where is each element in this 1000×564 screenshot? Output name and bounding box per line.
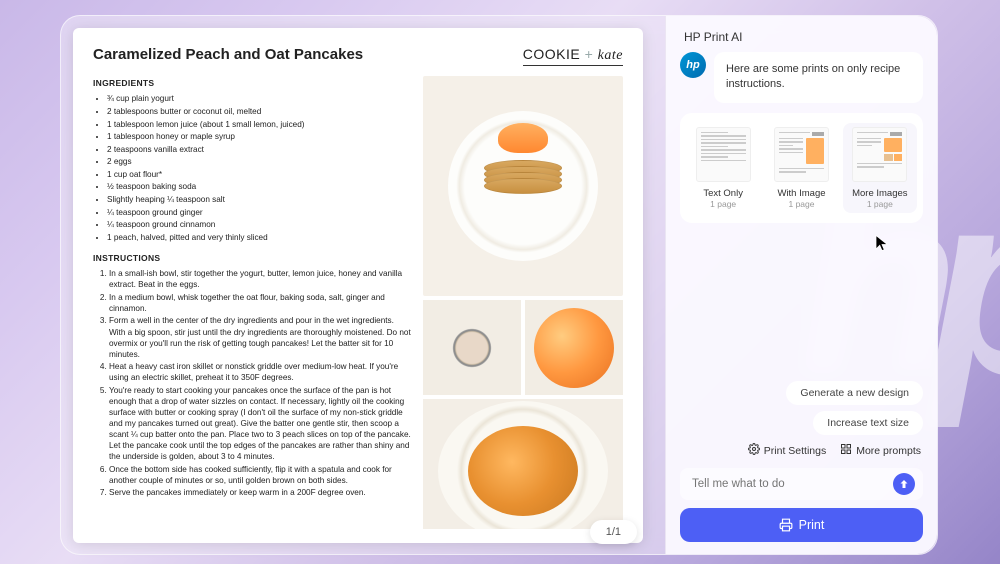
ingredient-item: 1 tablespoon honey or maple syrup bbox=[107, 131, 411, 142]
hero-image bbox=[423, 76, 623, 296]
brand-logo: COOKIE + kate bbox=[523, 46, 623, 66]
ingredient-item: 2 tablespoons butter or coconut oil, mel… bbox=[107, 106, 411, 117]
ingredient-item: ½ teaspoon baking soda bbox=[107, 181, 411, 192]
app-window: Caramelized Peach and Oat Pancakes COOKI… bbox=[60, 15, 938, 555]
instructions-heading: INSTRUCTIONS bbox=[93, 253, 411, 264]
suggestion-chips: Generate a new design Increase text size bbox=[666, 381, 937, 435]
instruction-item: In a medium bowl, whisk together the oat… bbox=[109, 292, 411, 314]
ai-header: HP Print AI bbox=[666, 16, 937, 52]
option-title: Text Only bbox=[688, 188, 758, 199]
plated-image bbox=[423, 399, 623, 529]
ingredient-item: ¼ teaspoon ground ginger bbox=[107, 207, 411, 218]
recipe-images bbox=[423, 76, 623, 529]
thumb-more-images bbox=[852, 127, 907, 182]
document-page[interactable]: Caramelized Peach and Oat Pancakes COOKI… bbox=[73, 28, 643, 543]
option-sub: 1 page bbox=[766, 199, 836, 209]
preview-pane: Caramelized Peach and Oat Pancakes COOKI… bbox=[61, 16, 665, 554]
gear-icon bbox=[748, 443, 760, 458]
prompt-input[interactable] bbox=[680, 468, 923, 500]
ingredient-item: 2 teaspoons vanilla extract bbox=[107, 144, 411, 155]
recipe-title: Caramelized Peach and Oat Pancakes bbox=[93, 46, 363, 63]
ingredient-item: 1 peach, halved, pitted and very thinly … bbox=[107, 232, 411, 243]
grid-icon bbox=[840, 443, 852, 458]
ingredient-item: Slightly heaping ¼ teaspoon salt bbox=[107, 194, 411, 205]
recipe-text: INGREDIENTS ¾ cup plain yogurt 2 tablespo… bbox=[93, 76, 411, 529]
arrow-up-icon bbox=[898, 478, 910, 490]
page-indicator: 1/1 bbox=[590, 520, 637, 544]
chip-increase-text[interactable]: Increase text size bbox=[813, 411, 923, 435]
option-sub: 1 page bbox=[688, 199, 758, 209]
ingredient-item: 1 tablespoon lemon juice (about 1 small … bbox=[107, 119, 411, 130]
option-more-images[interactable]: More Images 1 page bbox=[843, 123, 917, 213]
ai-message: Here are some prints on only recipe inst… bbox=[714, 52, 923, 103]
instruction-item: Form a well in the center of the dry ing… bbox=[109, 315, 411, 359]
thumb-text-only bbox=[696, 127, 751, 182]
ingredient-item: ¾ cup plain yogurt bbox=[107, 93, 411, 104]
send-button[interactable] bbox=[893, 473, 915, 495]
instruction-item: You're ready to start cooking your panca… bbox=[109, 385, 411, 462]
layout-options: Text Only 1 page With Image 1 page bbox=[680, 113, 923, 223]
instructions-list: In a small-ish bowl, stir together the y… bbox=[93, 268, 411, 498]
option-text-only[interactable]: Text Only 1 page bbox=[686, 123, 760, 213]
peach-image bbox=[525, 300, 623, 395]
instruction-item: In a small-ish bowl, stir together the y… bbox=[109, 268, 411, 290]
option-with-image[interactable]: With Image 1 page bbox=[764, 123, 838, 213]
instruction-item: Heat a heavy cast iron skillet or nonsti… bbox=[109, 361, 411, 383]
thumb-with-image bbox=[774, 127, 829, 182]
option-title: With Image bbox=[766, 188, 836, 199]
ingredients-list: ¾ cup plain yogurt 2 tablespoons butter o… bbox=[93, 93, 411, 242]
ingredients-heading: INGREDIENTS bbox=[93, 78, 411, 89]
option-sub: 1 page bbox=[845, 199, 915, 209]
print-settings-button[interactable]: Print Settings bbox=[748, 443, 826, 458]
more-prompts-button[interactable]: More prompts bbox=[840, 443, 921, 458]
option-title: More Images bbox=[845, 188, 915, 199]
instruction-item: Serve the pancakes immediately or keep w… bbox=[109, 487, 411, 498]
instruction-item: Once the bottom side has cooked sufficie… bbox=[109, 464, 411, 486]
ingredient-item: ¼ teaspoon ground cinnamon bbox=[107, 219, 411, 230]
hp-avatar-icon: hp bbox=[680, 52, 706, 78]
ingredient-item: 1 cup oat flour* bbox=[107, 169, 411, 180]
ai-panel: HP Print AI hp Here are some prints on o… bbox=[665, 16, 937, 554]
ingredient-item: 2 eggs bbox=[107, 156, 411, 167]
chip-generate-design[interactable]: Generate a new design bbox=[786, 381, 923, 405]
batter-image bbox=[423, 300, 521, 395]
print-button[interactable]: Print bbox=[680, 508, 923, 542]
printer-icon bbox=[779, 518, 793, 532]
